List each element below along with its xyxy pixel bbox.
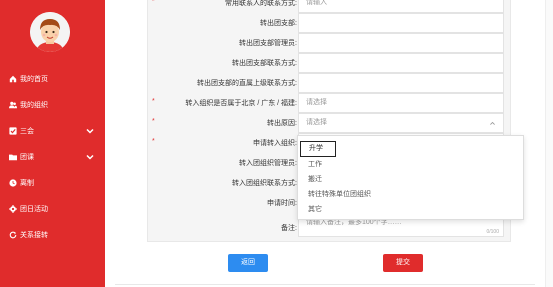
gear-icon <box>9 205 17 213</box>
field-label: 转出团支部联系方式: <box>232 60 297 67</box>
avatar-icon <box>30 12 70 52</box>
checkbox-icon <box>9 127 17 135</box>
required-mark: * <box>152 98 155 105</box>
field-label: 常用联系人的联系方式: <box>225 0 297 7</box>
remark-placeholder: 请输入备注，最多100个字…… <box>306 219 402 226</box>
sidebar-item-system[interactable]: 离制 <box>0 174 105 192</box>
dropdown-option-work[interactable]: 工作 <box>298 157 523 173</box>
sidebar-item-three-meetings[interactable]: 三会 <box>0 122 105 140</box>
sidebar-item-label: 我的组织 <box>20 102 48 109</box>
chevron-up-icon <box>490 121 495 125</box>
sidebar-item-label: 关系接转 <box>20 232 48 239</box>
sidebar-item-label: 团课 <box>20 154 34 161</box>
out-admin-input[interactable] <box>298 33 504 53</box>
sidebar: 我的首页 我的组织 三会 团课 离制 团日活动 关系接转 <box>0 0 105 287</box>
refresh-icon <box>9 231 17 239</box>
form-row-out-branch: 转出团支部: <box>148 13 512 33</box>
avatar[interactable] <box>30 12 70 52</box>
sidebar-item-label: 我的首页 <box>20 76 48 83</box>
dropdown-option-other[interactable]: 其它 <box>298 202 523 218</box>
reason-select-value: 请选择 <box>306 119 327 126</box>
divider <box>115 284 535 285</box>
required-mark: * <box>152 118 155 125</box>
form-row-out-superior: 转出团支部的直属上级联系方式: <box>148 73 512 93</box>
sidebar-item-label: 离制 <box>20 180 34 187</box>
folder-icon <box>9 153 17 161</box>
clock-icon <box>9 179 17 187</box>
chevron-down-icon <box>86 128 94 134</box>
sidebar-item-label: 团日活动 <box>20 206 48 213</box>
sidebar-item-league-class[interactable]: 团课 <box>0 148 105 166</box>
sidebar-item-home[interactable]: 我的首页 <box>0 70 105 88</box>
sidebar-item-label: 三会 <box>20 128 34 135</box>
sidebar-item-my-org[interactable]: 我的组织 <box>0 96 105 114</box>
field-label: 申请时间: <box>267 200 297 207</box>
required-mark: * <box>152 138 155 145</box>
out-contact-input[interactable] <box>298 53 504 73</box>
field-label: 转入团组织联系方式: <box>232 180 297 187</box>
field-label: 转出原因: <box>267 120 297 127</box>
form-row-out-contact: 转出团支部联系方式: <box>148 53 512 73</box>
field-label: 转出团支部的直属上级联系方式: <box>197 80 297 87</box>
out-superior-input[interactable] <box>298 73 504 93</box>
field-label: 转入组织是否属于北京 / 广东 / 福建: <box>185 100 297 107</box>
dropdown-option-relocation[interactable]: 搬迁 <box>298 172 523 188</box>
char-counter: 0/100 <box>486 229 499 235</box>
sidebar-item-transfer[interactable]: 关系接转 <box>0 226 105 244</box>
field-label: 备注: <box>281 225 297 232</box>
dropdown-option-special-unit[interactable]: 转往特殊单位团组织 <box>298 187 523 203</box>
back-button[interactable]: 返回 <box>228 254 268 272</box>
region-select[interactable]: 请选择 <box>298 93 504 113</box>
submit-button[interactable]: 提交 <box>383 254 423 272</box>
users-icon <box>9 101 17 109</box>
dropdown-option-further-study[interactable]: 升学 <box>300 141 336 157</box>
home-icon <box>9 75 17 83</box>
field-label: 转入团组织管理员: <box>239 160 297 167</box>
field-label: 转出团支部管理员: <box>239 40 297 47</box>
form-row-reason: * 转出原因: 请选择 <box>148 113 512 133</box>
form-row-region: * 转入组织是否属于北京 / 广东 / 福建: 请选择 <box>148 93 512 113</box>
scrollbar[interactable] <box>545 0 553 287</box>
form-row-out-admin: 转出团支部管理员: <box>148 33 512 53</box>
form-row-contact: * 常用联系人的联系方式: 请输入 <box>148 0 512 13</box>
chevron-down-icon <box>86 154 94 160</box>
out-branch-input[interactable] <box>298 13 504 33</box>
reason-select[interactable]: 请选择 <box>298 113 504 133</box>
contact-input[interactable]: 请输入 <box>298 0 504 13</box>
field-label: 申请转入组织: <box>253 140 297 147</box>
field-label: 转出团支部: <box>260 20 297 27</box>
sidebar-item-activity[interactable]: 团日活动 <box>0 200 105 218</box>
reason-dropdown: 升学 工作 搬迁 转往特殊单位团组织 其它 <box>297 135 524 220</box>
required-mark: * <box>152 0 155 5</box>
